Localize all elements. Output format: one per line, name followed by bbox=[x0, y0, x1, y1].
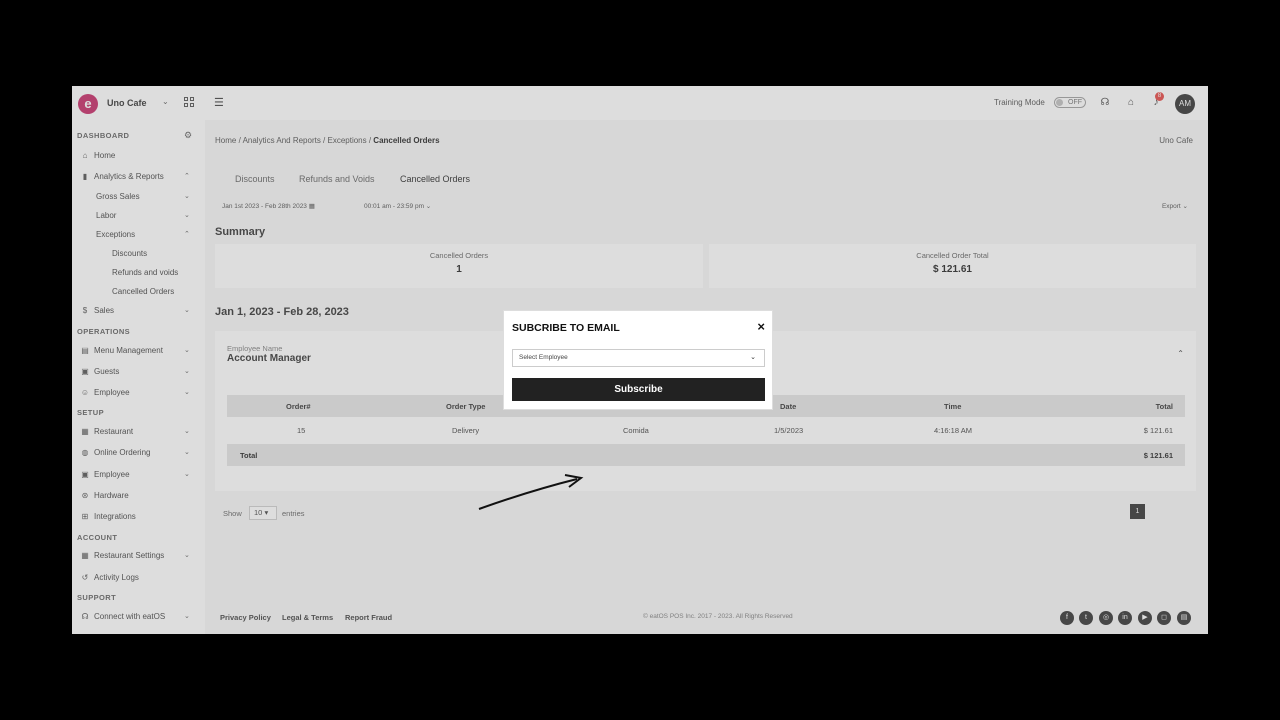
subscribe-email-modal: SUBCRIBE TO EMAIL × Select Employee ⌄ Su… bbox=[503, 310, 773, 410]
employee-select-placeholder: Select Employee bbox=[519, 354, 568, 361]
modal-title: SUBCRIBE TO EMAIL bbox=[512, 322, 620, 334]
app-window: e Uno Cafe ⌄ ☰ Training Mode OFF ☊ ⌂ ♪ 8… bbox=[72, 86, 1208, 634]
chevron-down-icon: ⌄ bbox=[750, 354, 756, 361]
annotation-arrow bbox=[478, 474, 584, 510]
employee-select[interactable]: Select Employee ⌄ bbox=[512, 349, 765, 367]
subscribe-button[interactable]: Subscribe bbox=[512, 378, 765, 401]
close-icon[interactable]: × bbox=[757, 319, 765, 334]
